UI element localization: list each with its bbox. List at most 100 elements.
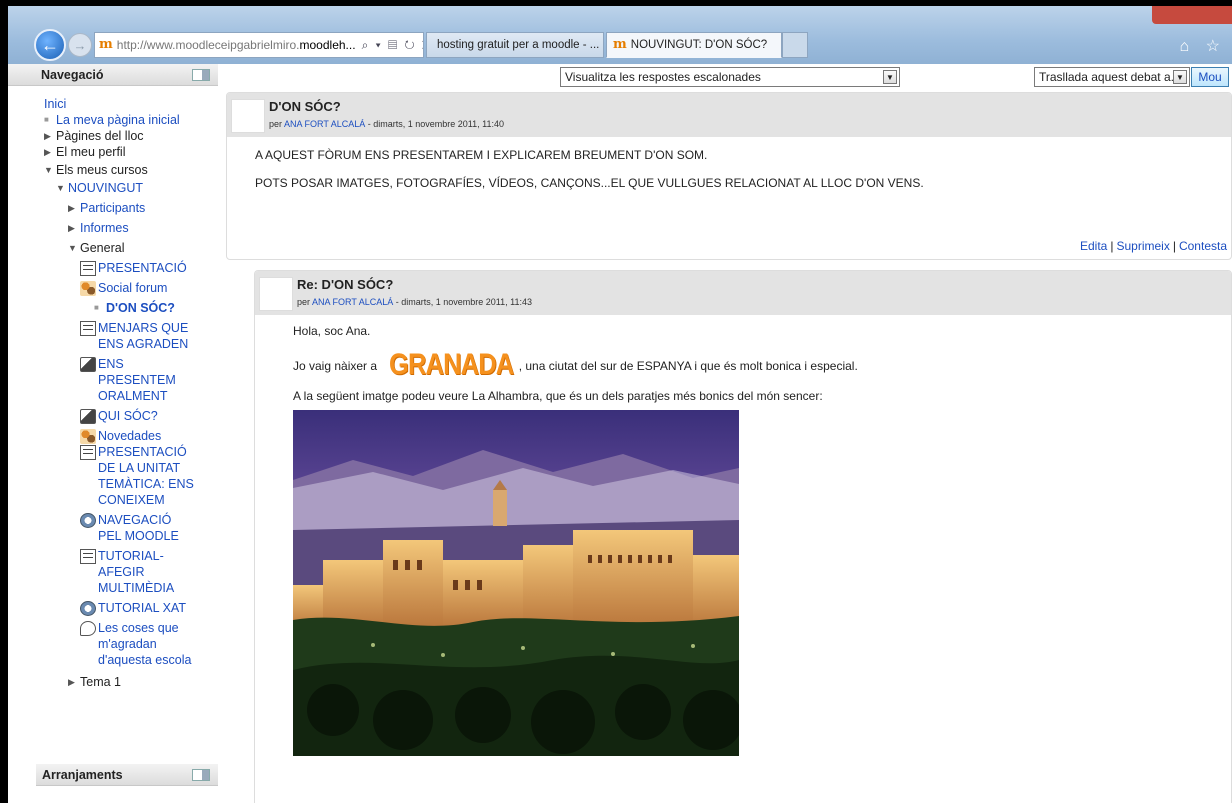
- page-icon: [80, 261, 96, 276]
- nav-tutorial-xat[interactable]: TUTORIAL XAT: [98, 600, 186, 616]
- collapse-triangle-icon[interactable]: ▼: [68, 240, 80, 256]
- url-icon: [80, 601, 96, 616]
- bullet-icon: ■: [94, 303, 99, 312]
- alhambra-photo-svg: [293, 410, 739, 756]
- forward-button[interactable]: →: [68, 33, 92, 57]
- post-body: Hola, soc Ana. Jo vaig nàixer a GRANADA,…: [255, 315, 1231, 766]
- nav-navegacio-moodle[interactable]: NAVEGACIÓ PEL MOODLE: [98, 512, 179, 544]
- separator: |: [1110, 239, 1114, 253]
- page-icon: [80, 321, 96, 336]
- forum-post-main: D'ON SÓC? per ANA FORT ALCALÁ - dimarts,…: [226, 92, 1232, 260]
- nav-reports[interactable]: Informes: [80, 220, 129, 236]
- expand-triangle-icon[interactable]: ▶: [44, 128, 56, 144]
- nav-pres-unitat-line2: DE LA UNITAT: [98, 461, 181, 475]
- nav-coses-line2: m'agradan: [98, 637, 157, 651]
- post-header: D'ON SÓC? per ANA FORT ALCALÁ - dimarts,…: [227, 93, 1231, 137]
- main-region: Visualitza les respostes escalonades ▼ T…: [226, 64, 1232, 803]
- delete-link[interactable]: Suprimeix: [1116, 239, 1169, 253]
- nav-novedades[interactable]: Novedades: [98, 428, 161, 444]
- assignment-icon: [80, 357, 96, 372]
- expand-triangle-icon[interactable]: ▶: [68, 200, 80, 216]
- collapse-triangle-icon[interactable]: ▼: [56, 180, 68, 196]
- page-content: Navegació Inici ■ La meva pàgina inicial …: [8, 64, 1232, 803]
- address-tools-icons[interactable]: ⌕ ▾ ▤ ↻ ✕: [362, 38, 423, 53]
- nav-pres-unitat-line1: PRESENTACIÓ: [98, 445, 187, 459]
- sidebar: Navegació Inici ■ La meva pàgina inicial …: [8, 64, 218, 803]
- move-discussion-select[interactable]: Trasllada aquest debat a... ▼: [1034, 67, 1190, 87]
- nav-qui-soc[interactable]: QUI SÓC?: [98, 408, 158, 424]
- post-author-link[interactable]: ANA FORT ALCALÁ: [312, 297, 393, 307]
- forum-icon: [80, 281, 96, 296]
- collapse-triangle-icon[interactable]: ▼: [44, 162, 56, 178]
- dropdown-arrow-icon: ▼: [883, 70, 897, 84]
- forward-arrow-icon: →: [73, 37, 87, 53]
- display-mode-select[interactable]: Visualitza les respostes escalonades ▼: [560, 67, 900, 87]
- tab-hosting[interactable]: hosting gratuit per a moodle - ...: [426, 32, 604, 58]
- dropdown-arrow-icon: ▼: [1173, 70, 1187, 84]
- nav-profile[interactable]: El meu perfil: [56, 144, 125, 160]
- new-tab-button[interactable]: [782, 32, 808, 58]
- nav-les-coses[interactable]: Les coses que m'agradan d'aquesta escola: [98, 620, 191, 668]
- move-discussion-value: Trasllada aquest debat a...: [1039, 70, 1181, 84]
- avatar[interactable]: [259, 277, 293, 311]
- back-button[interactable]: ←: [34, 29, 66, 61]
- post-author-line: per ANA FORT ALCALÁ - dimarts, 1 novembr…: [269, 119, 504, 129]
- nav-navegacio-line2: PEL MOODLE: [98, 529, 179, 543]
- post-author-line: per ANA FORT ALCALÁ - dimarts, 1 novembr…: [297, 297, 532, 307]
- home-star-icons[interactable]: ⌂ ☆: [1180, 36, 1226, 56]
- navigation-block-header: Navegació: [8, 64, 218, 86]
- tab-nouvingut[interactable]: m NOUVINGUT: D'ON SÓC? ×: [606, 32, 782, 58]
- nav-course-nouvingut[interactable]: NOUVINGUT: [68, 180, 143, 196]
- nav-pres-unitat-line4: CONEIXEM: [98, 493, 165, 507]
- moodle-favicon-icon: m: [99, 37, 113, 52]
- post-subject: D'ON SÓC?: [269, 99, 341, 114]
- settings-block-header: Arranjaments: [36, 764, 218, 786]
- window-caption-buttons[interactable]: [1152, 6, 1232, 24]
- moodle-favicon-icon: m: [613, 37, 627, 52]
- post-author-link[interactable]: ANA FORT ALCALÁ: [284, 119, 365, 129]
- nav-participants[interactable]: Participants: [80, 200, 145, 216]
- post-text-line: POTS POSAR IMATGES, FOTOGRAFÍES, VÍDEOS,…: [255, 176, 924, 190]
- city-name: GRANADA: [389, 348, 514, 381]
- nav-general[interactable]: General: [80, 240, 124, 256]
- separator: |: [1172, 239, 1176, 253]
- nav-my-courses[interactable]: Els meus cursos: [56, 162, 148, 178]
- post-date: - dimarts, 1 novembre 2011, 11:40: [365, 119, 504, 129]
- avatar[interactable]: [231, 99, 265, 133]
- post-greeting: Hola, soc Ana.: [293, 324, 371, 338]
- born-pre: Jo vaig nàixer a: [293, 359, 381, 373]
- screen-frame-left: [0, 0, 8, 803]
- post-date: - dimarts, 1 novembre 2011, 11:43: [393, 297, 532, 307]
- address-bar[interactable]: m http://www.moodleceipgabrielmiro. moodl…: [94, 32, 424, 58]
- display-mode-value: Visualitza les respostes escalonades: [565, 70, 761, 84]
- nav-don-soc-current[interactable]: D'ON SÓC?: [106, 300, 175, 316]
- edit-link[interactable]: Edita: [1080, 239, 1107, 253]
- nav-ens-presentem[interactable]: ENS PRESENTEM ORALMENT: [98, 356, 176, 404]
- post-commands: Edita | Suprimeix | Contesta: [1080, 239, 1227, 253]
- nav-tutorial-multimedia[interactable]: TUTORIAL- AFEGIR MULTIMÈDIA: [98, 548, 174, 596]
- expand-triangle-icon[interactable]: ▶: [68, 220, 80, 236]
- nav-tema1[interactable]: Tema 1: [80, 674, 121, 690]
- nav-menjars[interactable]: MENJARS QUE ENS AGRADEN: [98, 320, 188, 352]
- address-url-domain: moodleh...: [299, 38, 356, 52]
- nav-social-forum[interactable]: Social forum: [98, 280, 167, 296]
- nav-site-pages[interactable]: Pàgines del lloc: [56, 128, 144, 144]
- expand-triangle-icon[interactable]: ▶: [68, 674, 80, 690]
- dock-icon[interactable]: [192, 68, 210, 81]
- nav-home[interactable]: La meva pàgina inicial: [56, 112, 180, 128]
- nav-presentacio-unitat[interactable]: PRESENTACIÓ DE LA UNITAT TEMÀTICA: ENS CONE…: [98, 444, 194, 508]
- nav-coses-line3: d'aquesta escola: [98, 653, 192, 667]
- nav-inici[interactable]: Inici: [44, 96, 66, 112]
- forum-post-reply: Re: D'ON SÓC? per ANA FORT ALCALÁ - dima…: [254, 270, 1232, 803]
- dock-icon[interactable]: [192, 768, 210, 781]
- expand-triangle-icon[interactable]: ▶: [44, 144, 56, 160]
- reply-link[interactable]: Contesta: [1179, 239, 1227, 253]
- move-button[interactable]: Mou: [1191, 67, 1229, 87]
- nav-ens-presentem-line3: ORALMENT: [98, 389, 168, 403]
- nav-presentacio[interactable]: PRESENTACIÓ: [98, 260, 187, 276]
- navigation-block: Navegació Inici ■ La meva pàgina inicial …: [8, 64, 218, 690]
- nav-menjars-line2: ENS AGRADEN: [98, 337, 189, 351]
- post-by: per: [297, 297, 311, 307]
- tab-label: NOUVINGUT: D'ON SÓC?: [630, 39, 768, 51]
- url-icon: [80, 513, 96, 528]
